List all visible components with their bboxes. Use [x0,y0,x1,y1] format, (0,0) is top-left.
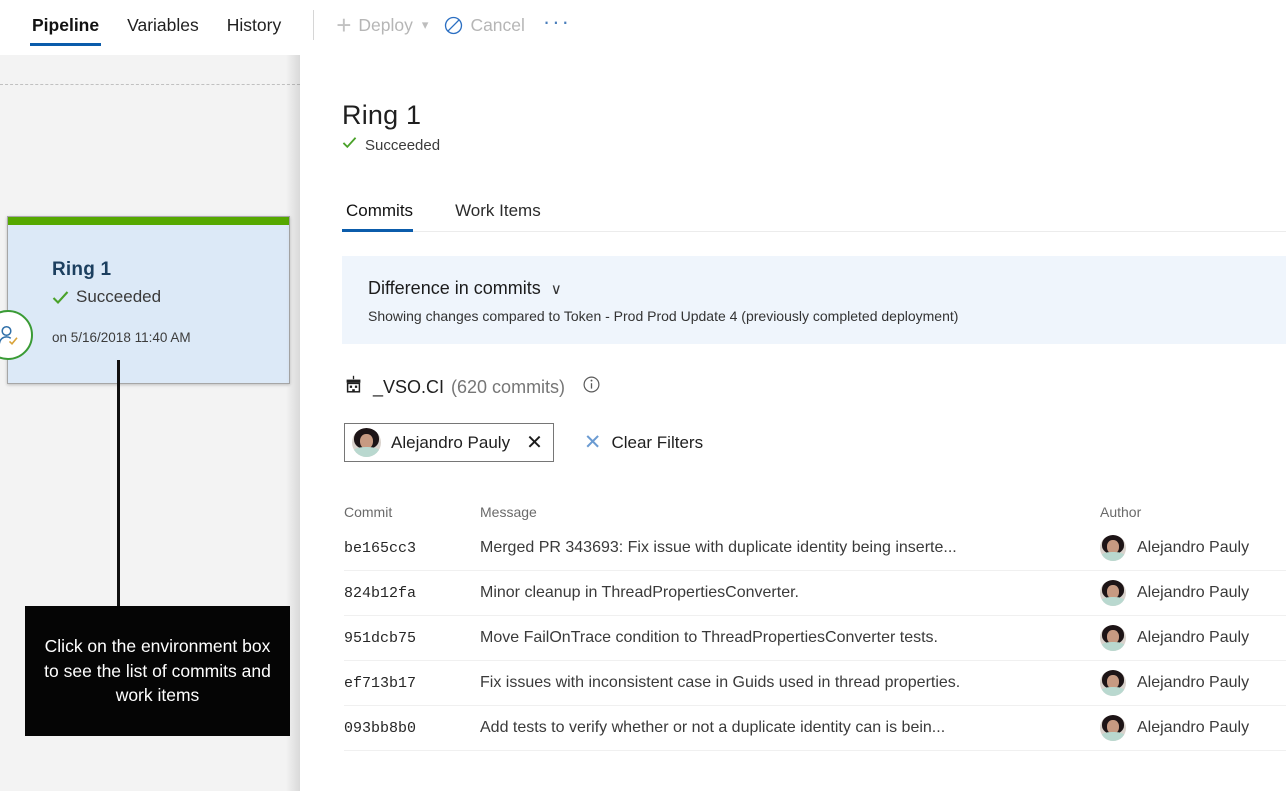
chevron-down-icon: ▾ [421,17,429,32]
tab-pipeline[interactable]: Pipeline [18,0,113,50]
column-header-message: Message [480,504,537,520]
environment-name: Ring 1 [52,259,112,280]
tab-variables-label: Variables [127,15,199,35]
tab-commits-label: Commits [346,201,414,220]
canvas-dashed-divider [0,84,300,85]
commit-id[interactable]: ef713b17 [344,675,480,692]
commit-id[interactable]: 824b12fa [344,585,480,602]
close-icon: ✕ [583,431,602,454]
tab-pipeline-label: Pipeline [32,15,100,35]
commit-author-name: Alejandro Pauly [1137,584,1250,601]
tab-work-items-label: Work Items [455,201,541,220]
detail-status-badge: Succeeded [342,136,1286,154]
environment-status-label: Succeeded [76,287,162,306]
deploy-button[interactable]: + Deploy ▾ [328,0,436,50]
app-root: Pipeline Variables History + Deploy ▾ Ca… [0,0,1286,791]
filter-row: Alejandro Pauly ✕ ✕ Clear Filters [344,423,1286,462]
commit-message: Merged PR 343693: Fix issue with duplica… [480,539,957,556]
commit-author-name: Alejandro Pauly [1137,719,1250,736]
avatar [1100,580,1126,606]
table-row[interactable]: ef713b17 Fix issues with inconsistent ca… [344,661,1286,706]
commit-author-name: Alejandro Pauly [1137,629,1250,646]
difference-in-commits-panel: Difference in commits ∨ Showing changes … [342,256,1286,344]
commit-message: Add tests to verify whether or not a dup… [480,719,946,736]
author-filter-name: Alejandro Pauly [391,432,511,452]
pipeline-canvas: Ring 1 Succeeded on 5/16/2018 11:40 AM C… [0,55,300,791]
approval-person-icon [0,325,18,345]
tab-work-items[interactable]: Work Items [451,201,553,231]
tab-variables[interactable]: Variables [113,0,213,50]
detail-tabs: Commits Work Items [342,192,1286,232]
tab-commits[interactable]: Commits [342,201,425,232]
detail-header: Ring 1 Succeeded [300,55,1286,154]
cancel-button[interactable]: Cancel [436,0,532,50]
detail-status-label: Succeeded [365,136,441,154]
commit-author: Alejandro Pauly [1100,670,1286,696]
instruction-callout-text: Click on the environment box to see the … [44,635,271,706]
repository-name: _VSO.CI [373,376,445,397]
toolbar-divider [313,10,315,40]
check-icon [52,290,69,305]
avatar [352,428,381,457]
instruction-callout: Click on the environment box to see the … [25,606,290,736]
difference-header[interactable]: Difference in commits ∨ [368,278,1286,299]
commit-message: Move FailOnTrace condition to ThreadProp… [480,629,938,646]
avatar [1100,625,1126,651]
environment-status: Succeeded [52,287,289,307]
commit-author-name: Alejandro Pauly [1137,539,1250,556]
commit-author-name: Alejandro Pauly [1137,674,1250,691]
table-row[interactable]: be165cc3 Merged PR 343693: Fix issue wit… [344,526,1286,571]
table-row[interactable]: 951dcb75 Move FailOnTrace condition to T… [344,616,1286,661]
commit-author: Alejandro Pauly [1100,715,1286,741]
plus-icon: + [336,10,352,40]
commit-author: Alejandro Pauly [1100,580,1286,606]
top-toolbar: Pipeline Variables History + Deploy ▾ Ca… [0,0,1286,55]
repository-icon [344,375,363,399]
environment-card-ring-1[interactable]: Ring 1 Succeeded on 5/16/2018 11:40 AM [7,216,290,384]
repository-commit-count: (620 commits) [451,376,566,397]
cancel-button-label: Cancel [470,14,525,35]
callout-connector-line [117,360,120,606]
column-header-commit: Commit [344,504,393,520]
clear-filters-button[interactable]: ✕ Clear Filters [584,432,703,453]
table-row[interactable]: 093bb8b0 Add tests to verify whether or … [344,706,1286,751]
chevron-down-icon: ∨ [550,280,562,298]
avatar [1100,715,1126,741]
commit-message: Fix issues with inconsistent case in Gui… [480,674,961,691]
environment-detail-pane: Ring 1 Succeeded Commits Work Items Diff… [300,55,1286,791]
check-icon [342,136,357,154]
clear-filters-label: Clear Filters [611,432,704,452]
commit-id[interactable]: 951dcb75 [344,630,480,647]
repository-row: _VSO.CI (620 commits) [344,375,1286,399]
commit-author: Alejandro Pauly [1100,535,1286,561]
info-icon[interactable] [583,376,600,398]
commit-author: Alejandro Pauly [1100,625,1286,651]
deploy-button-label: Deploy [358,14,413,35]
commit-id[interactable]: 093bb8b0 [344,720,480,737]
difference-title: Difference in commits [368,278,541,298]
commit-id[interactable]: be165cc3 [344,540,480,557]
column-header-author: Author [1100,504,1142,520]
close-icon[interactable]: ✕ [526,433,543,453]
commits-table-header: Commit Message Author [344,498,1286,526]
tab-history-label: History [226,15,282,35]
avatar [1100,535,1126,561]
page-title: Ring 1 [342,100,422,130]
cancel-icon [444,16,463,35]
environment-card-body: Ring 1 Succeeded on 5/16/2018 11:40 AM [8,225,289,345]
author-filter-chip[interactable]: Alejandro Pauly ✕ [344,423,554,462]
table-row[interactable]: 824b12fa Minor cleanup in ThreadProperti… [344,571,1286,616]
environment-status-bar [8,217,289,225]
avatar [1100,670,1126,696]
commit-message: Minor cleanup in ThreadPropertiesConvert… [480,584,799,601]
difference-subtitle: Showing changes compared to Token - Prod… [368,308,959,324]
commits-table: Commit Message Author be165cc3 Merged PR… [344,498,1286,751]
tab-history[interactable]: History [213,0,295,50]
more-actions-button[interactable]: ··· [533,0,581,50]
environment-timestamp: on 5/16/2018 11:40 AM [52,330,191,345]
toolbar-inner: Pipeline Variables History + Deploy ▾ Ca… [0,0,581,50]
